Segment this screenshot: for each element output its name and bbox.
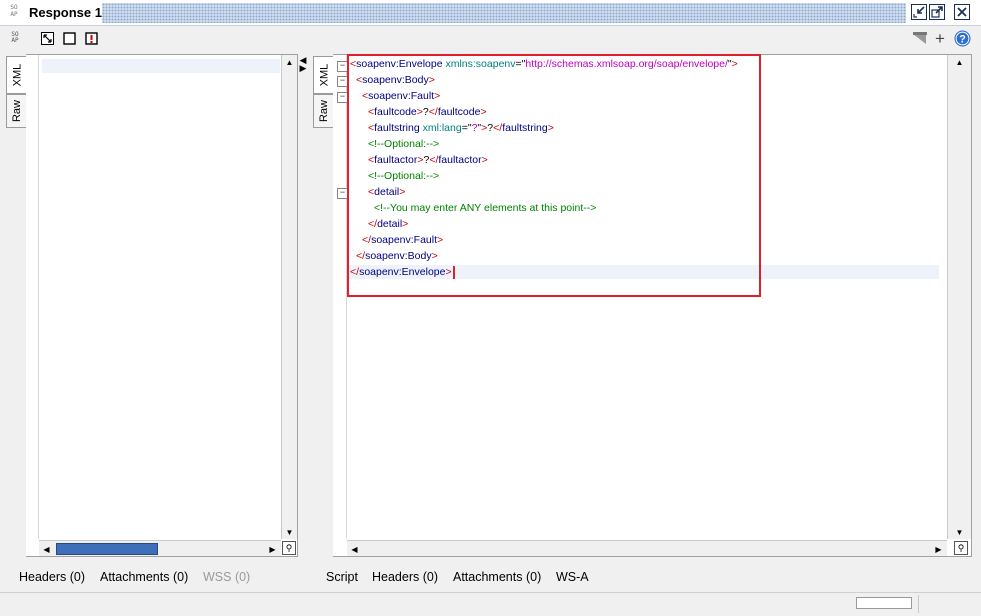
close-window-icon[interactable]	[954, 4, 970, 20]
right-side-tabs: XML Raw	[313, 56, 335, 566]
left-side-tabs: XML Raw	[6, 56, 28, 566]
tab-headers[interactable]: Headers (0)	[372, 570, 438, 584]
tab-script[interactable]: Script	[326, 570, 358, 584]
scroll-down-icon[interactable]: ▼	[952, 525, 967, 539]
scroll-up-icon[interactable]: ▲	[282, 55, 297, 69]
scroll-left-icon[interactable]: ◀	[39, 542, 54, 556]
current-line-highlight	[42, 59, 280, 73]
collapse-panel-icon[interactable]: ◀ ▶	[297, 56, 309, 74]
window-title: Response 1	[29, 5, 102, 20]
zoom-icon[interactable]: ⚲	[954, 541, 968, 555]
tab-attachments[interactable]: Attachments (0)	[100, 570, 188, 584]
progress-field	[856, 597, 912, 609]
title-bar-grip[interactable]	[102, 3, 906, 23]
scroll-right-icon[interactable]: ▶	[265, 542, 280, 556]
soap-icon[interactable]: SO AP	[8, 31, 22, 45]
title-bar: SO AP Response 1	[0, 0, 981, 26]
tab-xml[interactable]: XML	[6, 56, 27, 94]
status-bar	[0, 592, 981, 616]
line-gutter	[333, 55, 347, 539]
tools-icon[interactable]	[912, 31, 928, 45]
minimize-window-icon[interactable]	[911, 4, 927, 20]
svg-text:?: ?	[959, 34, 966, 46]
scroll-right-icon[interactable]: ▶	[931, 542, 946, 556]
tab-xml[interactable]: XML	[313, 56, 334, 94]
scroll-down-icon[interactable]: ▼	[282, 525, 297, 539]
add-icon[interactable]: +	[933, 30, 947, 47]
scroll-up-icon[interactable]: ▲	[952, 55, 967, 69]
tab-headers[interactable]: Headers (0)	[19, 570, 85, 584]
left-editor[interactable]: ▲ ▼ ◀ ▶ ⚲	[26, 54, 298, 557]
soap-icon: SO AP	[10, 4, 18, 18]
tab-attachments[interactable]: Attachments (0)	[453, 570, 541, 584]
tab-wss: WSS (0)	[203, 570, 251, 584]
divider	[918, 595, 919, 613]
tab-ws-a[interactable]: WS-A	[556, 570, 589, 584]
maximize-window-icon[interactable]	[929, 4, 945, 20]
checkbox-icon[interactable]	[62, 31, 76, 45]
toolbar	[0, 27, 981, 51]
expand-window-icon[interactable]	[40, 31, 54, 45]
vertical-scrollbar[interactable]: ▲ ▼	[947, 55, 971, 539]
alert-icon[interactable]	[84, 31, 98, 45]
line-gutter	[26, 55, 39, 539]
zoom-icon[interactable]: ⚲	[282, 541, 296, 555]
help-icon[interactable]: ?	[954, 30, 971, 47]
scroll-left-icon[interactable]: ◀	[347, 542, 362, 556]
scrollbar-thumb[interactable]	[56, 543, 158, 555]
horizontal-scrollbar[interactable]: ◀ ▶	[347, 540, 947, 556]
tab-raw[interactable]: Raw	[313, 94, 335, 128]
vertical-scrollbar[interactable]: ▲ ▼	[281, 55, 297, 539]
highlight-box	[347, 54, 761, 297]
tab-raw[interactable]: Raw	[6, 94, 28, 128]
horizontal-scrollbar[interactable]: ◀ ▶	[39, 540, 281, 556]
